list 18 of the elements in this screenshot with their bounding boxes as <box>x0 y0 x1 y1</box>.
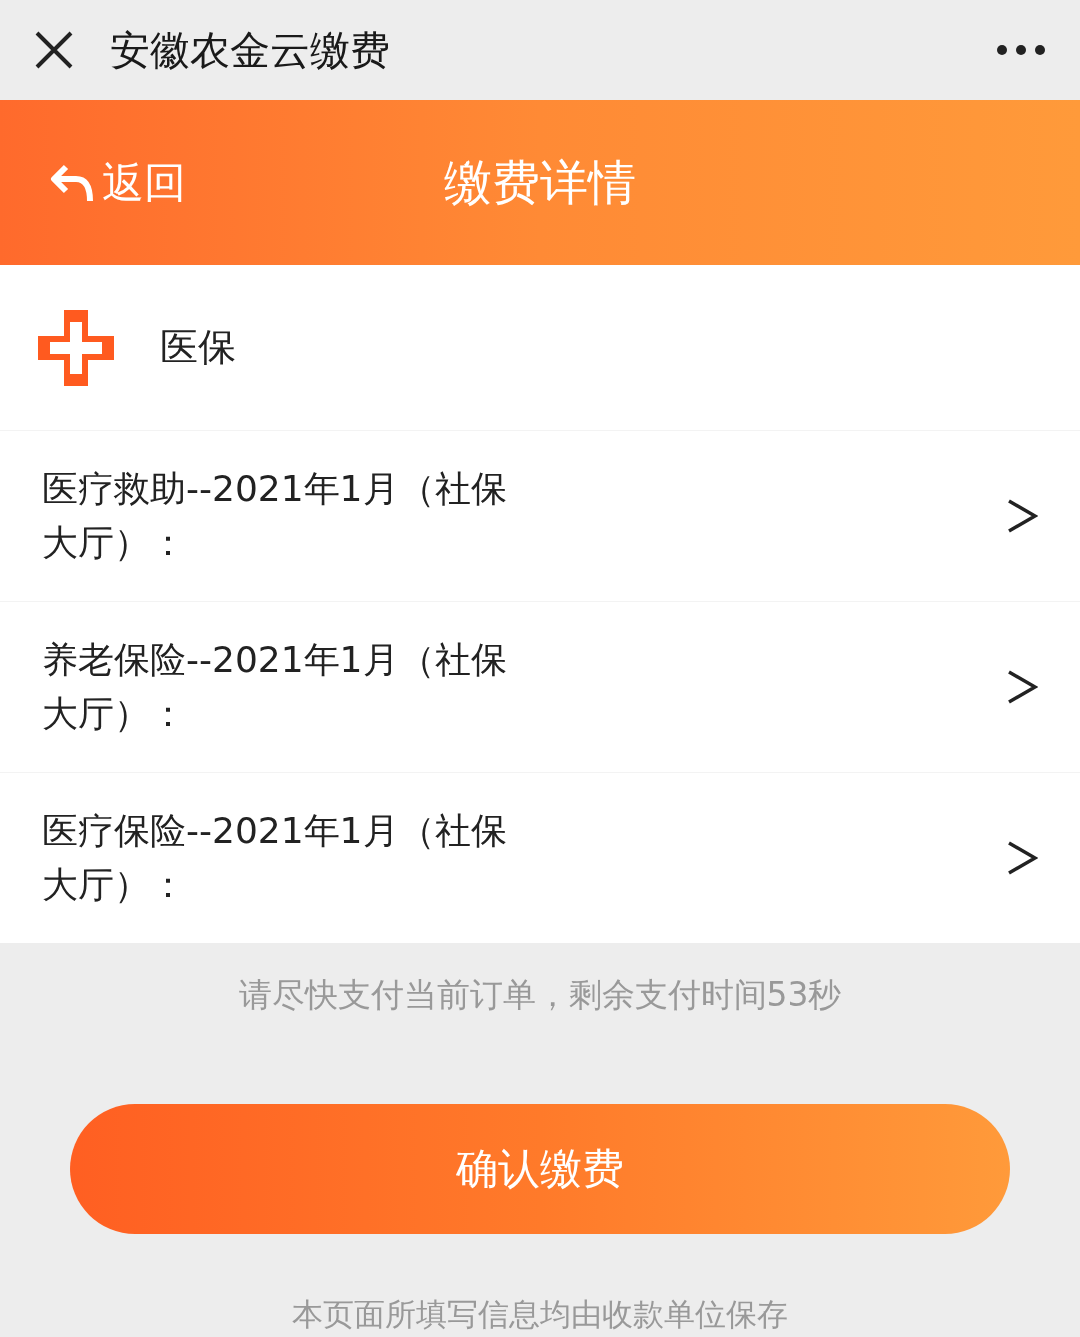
payment-item[interactable]: 医疗保险--2021年1月（社保大厅）： <box>0 772 1080 943</box>
chevron-right-icon <box>1006 840 1038 876</box>
footer-note: 本页面所填写信息均由收款单位保存 <box>291 1295 789 1334</box>
item-label: 养老保险--2021年1月（社保大厅）： <box>42 638 508 736</box>
item-label: 医疗保险--2021年1月（社保大厅）： <box>42 809 508 907</box>
chevron-right-icon <box>1006 498 1038 534</box>
category-label: 医保 <box>160 324 236 371</box>
back-arrow-icon <box>50 162 94 203</box>
more-icon[interactable] <box>996 44 1046 56</box>
chevron-right-icon <box>1006 669 1038 705</box>
window-title: 安徽农金云缴费 <box>110 25 391 75</box>
countdown-notice: 请尽快支付当前订单，剩余支付时间53秒 <box>237 974 843 1016</box>
close-icon[interactable] <box>34 30 74 70</box>
payment-item[interactable]: 养老保险--2021年1月（社保大厅）： <box>0 601 1080 772</box>
medical-cross-icon <box>36 307 116 388</box>
page-title: 缴费详情 <box>444 152 636 212</box>
item-label: 医疗救助--2021年1月（社保大厅）： <box>42 467 508 565</box>
payment-item[interactable]: 医疗救助--2021年1月（社保大厅）： <box>0 430 1080 601</box>
